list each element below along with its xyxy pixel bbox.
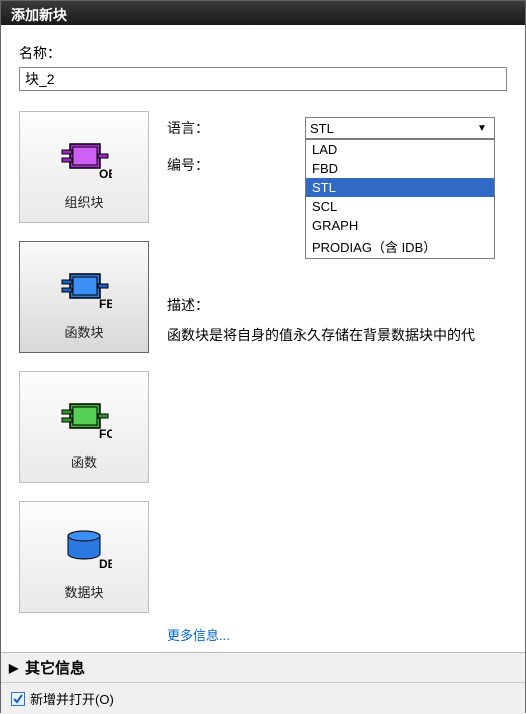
dropdown-item-stl[interactable]: STL xyxy=(306,178,494,197)
description-label: 描述： xyxy=(167,295,507,315)
title-bar: 添加新块 xyxy=(1,1,525,25)
new-and-open-label: 新增并打开(O) xyxy=(30,689,114,708)
window-title: 添加新块 xyxy=(11,7,67,23)
block-label: 组织块 xyxy=(64,192,103,211)
block-item-db[interactable]: DB 数据块 xyxy=(19,501,149,613)
chevron-down-icon: ▼ xyxy=(474,123,490,134)
description-text: 函数块是将自身的值永久存储在背景数据块中的代 xyxy=(167,325,507,345)
block-type-list: OB 组织块 FB 函数块 xyxy=(19,111,149,644)
block-label: 函数块 xyxy=(64,322,103,341)
new-and-open-checkbox[interactable] xyxy=(11,692,25,706)
language-label: 语言： xyxy=(167,118,237,138)
dropdown-item-lad[interactable]: LAD xyxy=(306,140,494,159)
details-pane: 语言： STL ▼ LAD FBD STL SCL GRAPH PRODIAG（… xyxy=(167,111,507,644)
ob-icon: OB xyxy=(56,132,112,182)
block-label: 数据块 xyxy=(64,582,103,601)
dropdown-item-scl[interactable]: SCL xyxy=(306,197,494,216)
chevron-right-icon: ▶ xyxy=(9,661,25,675)
language-dropdown: LAD FBD STL SCL GRAPH PRODIAG（含 IDB） xyxy=(305,139,495,259)
other-info-label: 其它信息 xyxy=(25,657,85,678)
block-item-fc[interactable]: FC 函数 xyxy=(19,371,149,483)
number-label: 编号： xyxy=(167,155,237,175)
svg-text:FB: FB xyxy=(99,297,112,311)
svg-text:FC: FC xyxy=(99,427,112,441)
language-select[interactable]: STL ▼ xyxy=(305,117,495,139)
more-info-link[interactable]: 更多信息... xyxy=(167,625,507,644)
dropdown-item-prodiag[interactable]: PRODIAG（含 IDB） xyxy=(306,235,494,258)
block-label: 函数 xyxy=(71,452,97,471)
db-icon: DB xyxy=(56,522,112,572)
block-item-fb[interactable]: FB 函数块 xyxy=(19,241,149,353)
name-label: 名称： xyxy=(19,43,507,63)
block-item-ob[interactable]: OB 组织块 xyxy=(19,111,149,223)
dropdown-item-fbd[interactable]: FBD xyxy=(306,159,494,178)
fb-icon: FB xyxy=(56,262,112,312)
svg-text:OB: OB xyxy=(99,167,112,181)
other-info-expander[interactable]: ▶ 其它信息 xyxy=(1,653,525,683)
name-input[interactable] xyxy=(19,67,507,91)
dropdown-item-graph[interactable]: GRAPH xyxy=(306,216,494,235)
language-select-value: STL xyxy=(310,121,474,136)
fc-icon: FC xyxy=(56,392,112,442)
svg-text:DB: DB xyxy=(99,557,112,571)
